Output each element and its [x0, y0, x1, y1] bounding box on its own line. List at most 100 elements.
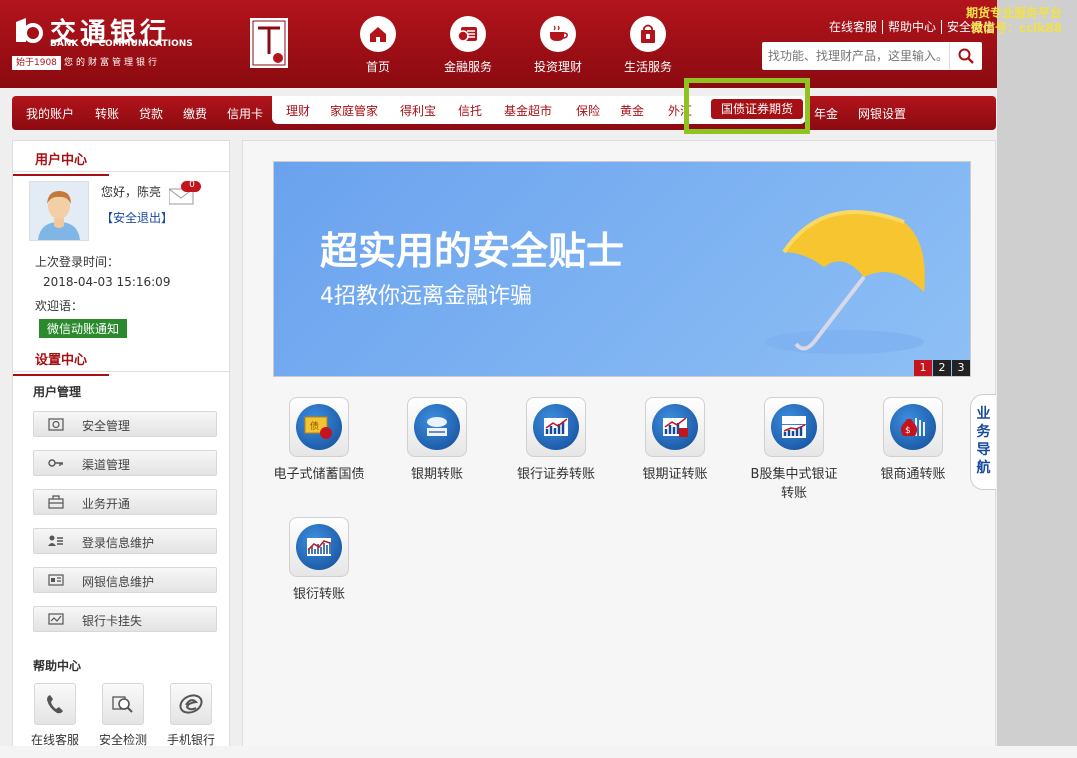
b-share-icon	[771, 404, 817, 450]
menu-credit-card[interactable]: 信用卡	[227, 105, 263, 122]
banner[interactable]: 超实用的安全贴士 4招教你远离金融诈骗 1 2 3	[273, 161, 971, 377]
watermark: 期货专业服务平台 微信号：cclk88	[966, 6, 1062, 36]
shopping-bag-icon	[630, 16, 666, 52]
banner-page-3[interactable]: 3	[952, 360, 970, 376]
submenu-trust[interactable]: 信托	[458, 102, 482, 119]
tile-bank-securities[interactable]: 银行证券转账	[508, 397, 604, 482]
tile-bank-futures-label: 银期转账	[410, 467, 463, 482]
nav-home[interactable]: 首页	[338, 16, 418, 75]
header: 交通银行 BANK OF COMMUNICATIONS 始于1908 您的财富管…	[0, 0, 997, 88]
login-info-maintenance-button[interactable]: 登录信息维护	[33, 528, 217, 554]
logo-slogan: 您的财富管理银行	[64, 58, 161, 68]
security-management-button[interactable]: 安全管理	[33, 411, 217, 437]
nav-finance[interactable]: 金融服务	[428, 16, 508, 75]
help-mobile-banking-label: 手机银行	[166, 733, 215, 747]
ebank-info-maintenance-label: 网银信息维护	[82, 575, 155, 589]
card-report-lost-button[interactable]: 银行卡挂失	[33, 606, 217, 632]
banner-page-2[interactable]: 2	[933, 360, 951, 376]
logo-english: BANK OF COMMUNICATIONS	[50, 39, 193, 49]
magnifier-icon	[102, 683, 144, 725]
finance-icon	[450, 16, 486, 52]
submenu-fund-market[interactable]: 基金超市	[504, 102, 552, 119]
help-security-check[interactable]: 安全检测	[95, 683, 151, 748]
logout-link[interactable]: 【安全退出】	[101, 209, 173, 226]
login-info-maintenance-label: 登录信息维护	[82, 536, 155, 550]
id-card-icon	[48, 574, 64, 586]
menu-ebank-settings[interactable]: 网银设置	[858, 105, 906, 122]
settings-center-title: 设置中心	[13, 349, 110, 376]
help-online-service-label: 在线客服	[30, 733, 79, 747]
wechat-notice-button[interactable]: 微信动账通知	[39, 319, 128, 338]
logo-badge: 始于1908	[12, 56, 61, 70]
nav-home-label: 首页	[365, 60, 390, 74]
bocom-logo-icon	[16, 18, 43, 43]
search-icon	[958, 48, 974, 64]
main-content: 超实用的安全贴士 4招教你远离金融诈骗 1 2 3 债 电子式储蓄国债 银期转账…	[242, 140, 996, 758]
help-mobile-banking[interactable]: 手机银行	[163, 683, 219, 748]
coffee-icon	[540, 16, 576, 52]
top-link-help[interactable]: 帮助中心	[883, 20, 943, 34]
partner-logo	[250, 18, 288, 68]
umbrella-icon	[764, 210, 925, 354]
menu-annuity[interactable]: 年金	[814, 105, 838, 122]
camera-icon	[48, 418, 64, 431]
right-margin	[997, 0, 1077, 758]
menu-loan[interactable]: 贷款	[139, 105, 163, 122]
bank-securities-icon	[533, 404, 579, 450]
watermark-line1: 期货专业服务平台	[966, 6, 1063, 20]
business-nav-label: 业务导航	[976, 406, 991, 476]
banner-page-1[interactable]: 1	[914, 360, 932, 376]
search-box	[762, 42, 982, 70]
top-link-online-service[interactable]: 在线客服	[824, 20, 884, 34]
menu-my-account[interactable]: 我的账户	[26, 105, 74, 122]
ebank-info-maintenance-button[interactable]: 网银信息维护	[33, 567, 217, 593]
phone-icon	[34, 683, 76, 725]
avatar	[29, 181, 89, 241]
service-activation-button[interactable]: 业务开通	[33, 489, 217, 515]
derivatives-icon	[296, 524, 342, 570]
bottom-bar	[0, 746, 1077, 758]
search-button[interactable]	[949, 42, 982, 70]
menu-payment[interactable]: 缴费	[183, 105, 207, 122]
user-center-title: 用户中心	[13, 149, 110, 176]
search-input[interactable]	[766, 42, 952, 70]
tile-bank-securities-label: 银行证券转账	[516, 467, 595, 482]
tile-bank-futures[interactable]: 银期转账	[389, 397, 485, 482]
key-icon	[48, 459, 63, 467]
mail-button[interactable]: 0	[168, 180, 209, 208]
channel-management-button[interactable]: 渠道管理	[33, 450, 217, 476]
nav-life-label: 生活服务	[623, 60, 672, 74]
security-management-label: 安全管理	[82, 419, 131, 433]
tile-savings-bond[interactable]: 债 电子式储蓄国债	[271, 397, 367, 482]
submenu-family-butler[interactable]: 家庭管家	[330, 102, 378, 119]
tile-money-bag[interactable]: $ 银商通转账	[865, 397, 961, 482]
tile-b-share[interactable]: B股集中式银证转账	[746, 397, 842, 501]
mail-count: 0	[189, 180, 195, 190]
partner-t-icon	[252, 20, 286, 66]
bank-futures-icon	[414, 404, 460, 450]
tile-derivatives[interactable]: 银衍转账	[271, 517, 367, 602]
tile-futures-securities[interactable]: 银期证转账	[627, 397, 723, 482]
settings-center-header: 设置中心	[13, 341, 229, 376]
submenu-gold[interactable]: 黄金	[620, 102, 644, 119]
nav-invest[interactable]: 投资理财	[518, 16, 598, 75]
nav-life[interactable]: 生活服务	[608, 16, 688, 75]
welcome-label: 欢迎语：	[35, 299, 84, 313]
submenu-wealth[interactable]: 理财	[286, 102, 310, 119]
help-center-title: 帮助中心	[33, 659, 82, 673]
menu-transfer[interactable]: 转账	[95, 105, 119, 122]
submenu-delibao[interactable]: 得利宝	[400, 102, 436, 119]
submenu-insurance[interactable]: 保险	[576, 102, 600, 119]
money-bag-icon: $	[890, 404, 936, 450]
user-avatar-icon	[30, 182, 88, 240]
card-lost-icon	[48, 613, 64, 625]
svg-text:债: 债	[310, 420, 319, 432]
help-online-service[interactable]: 在线客服	[27, 683, 83, 748]
help-security-check-label: 安全检测	[98, 733, 147, 747]
tile-b-share-label: B股集中式银证转账	[750, 467, 838, 501]
futures-securities-icon	[652, 404, 698, 450]
banner-subtitle: 4招教你远离金融诈骗	[320, 284, 532, 309]
nav-invest-label: 投资理财	[533, 60, 582, 74]
business-nav-tab[interactable]: 业务导航	[970, 394, 996, 490]
mobile-e-icon	[170, 683, 212, 725]
